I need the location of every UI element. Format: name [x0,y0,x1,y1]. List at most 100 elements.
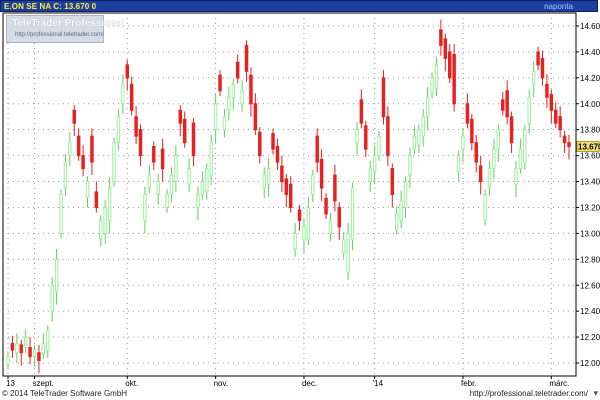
candle-body [492,148,496,170]
candle-body [205,168,209,193]
logo-url-text: http://professional.teletrader.com/ [15,32,104,38]
candle-body [337,206,342,228]
candle-body [59,194,63,234]
candle-body [536,51,540,66]
candle-body [116,116,121,144]
candle-body [249,74,253,105]
y-tick-label: 13.200 [580,203,600,212]
footer-url: http://professional.teletrader.com/ [469,389,588,398]
candle-body [72,109,76,124]
candle-body [15,343,19,354]
last-price-label: 13.670 [578,143,600,152]
candle-body [540,57,545,79]
candle-body [333,174,337,202]
candle-body [368,168,372,183]
x-tick-label: okt. [125,379,138,388]
candle-body [505,90,509,118]
copyright-text: © 2014 TeleTrader Software GmbH [2,389,128,398]
candle-body [94,191,99,208]
candle-body [284,178,289,195]
x-tick-label: '14 [373,379,384,388]
candle-body [311,174,315,196]
candle-body [235,61,240,79]
candle-body [341,239,346,254]
y-tick-label: 13.600 [580,152,600,161]
candle-body [271,133,275,150]
candle-body [191,122,196,157]
candle-body [143,194,147,221]
candle-body [443,38,448,59]
candle-body [112,142,116,183]
candle-body [258,131,262,157]
candle-body [421,116,425,137]
candle-body [266,168,271,185]
candle-body [496,129,501,150]
candle-body [288,183,293,208]
candle-body [68,142,72,157]
candle-body [417,129,421,146]
candle-body [359,99,364,124]
candle-body [355,129,359,144]
candle-body [103,206,107,234]
candle-body [430,77,434,94]
candle-body [470,118,474,144]
candle-body [527,96,531,124]
candle-body [6,356,10,365]
candle-body [196,194,200,208]
candle-body [213,103,218,131]
candle-body [509,116,514,144]
candle-body [129,83,134,111]
candle-body [174,155,178,183]
candle-body [231,83,236,98]
candle-body [121,83,125,105]
candle-body [240,90,244,105]
candle-body [138,129,143,157]
candle-body [531,70,536,85]
candle-body [372,155,377,172]
candle-body [218,74,222,92]
y-tick-label: 12.000 [580,359,600,368]
chart-footer: © 2014 TeleTrader Software GmbH http://p… [0,388,600,400]
y-tick-label: 14.200 [580,74,600,83]
x-tick-label: márc. [549,379,569,388]
candle-body [54,258,59,293]
candlestick-chart: 12.000 12.200 12.400 12.600 12.800 13.000 13.2… [2,12,600,388]
y-tick-label: 12.200 [580,333,600,342]
candle-body [394,213,399,231]
candle-body [456,155,461,172]
candle-body [439,29,443,46]
candle-body [200,181,205,196]
candle-body [558,116,562,131]
candle-body [390,168,395,195]
candle-body [434,64,439,89]
candle-body [514,168,518,185]
candle-body [222,116,227,131]
candle-body [448,51,452,79]
candle-body [50,284,54,312]
candle-body [99,219,103,240]
candle-body [81,155,85,170]
candle-body [293,232,297,250]
x-tick-label: szept. [33,379,54,388]
candle-body [403,181,408,208]
candle-body [465,103,470,124]
candle-body [23,336,28,348]
candle-body [386,116,390,157]
teletrader-logo: TeleTrader Professional http://professio… [6,15,125,43]
candle-body [562,135,567,144]
candle-body [297,209,302,221]
y-tick-label: 13.800 [580,126,600,135]
candle-body [85,181,90,198]
candle-body [227,96,231,111]
candle-body [377,135,381,157]
candle-body [244,44,249,72]
candle-body [324,197,328,215]
candle-body [125,64,129,79]
candle-body [182,118,187,144]
y-tick-label: 13.400 [580,178,600,187]
candle-body [76,135,81,157]
candle-body [169,174,174,196]
candle-body [253,103,258,131]
logo-brand-text: TeleTrader Professional [12,18,125,29]
candle-body [381,77,386,118]
